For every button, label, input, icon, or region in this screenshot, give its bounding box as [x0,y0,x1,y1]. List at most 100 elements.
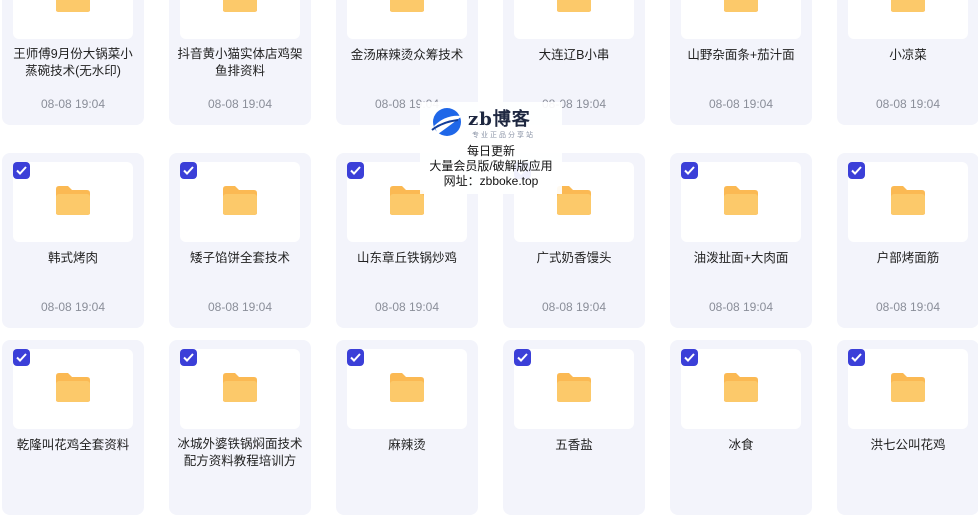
checkmark-icon [851,166,862,175]
file-date: 08-08 19:04 [541,300,607,314]
selection-checkbox[interactable] [681,349,698,366]
file-thumbnail[interactable] [180,162,300,242]
watermark-line3: 网址：zbboke.top [443,174,539,188]
file-thumbnail[interactable] [514,0,634,39]
file-thumbnail[interactable] [681,349,801,429]
watermark-title: zb博客 [468,109,531,130]
file-thumbnail[interactable] [848,162,968,242]
folder-icon [54,370,92,409]
selection-checkbox[interactable] [13,162,30,179]
file-name: 广式奶香馒头 [536,251,612,265]
selection-checkbox[interactable] [514,349,531,366]
folder-icon [388,370,426,409]
checkmark-icon [183,166,194,175]
folder-icon [889,183,927,222]
selection-checkbox[interactable] [13,349,30,366]
watermark-overlay: zb博客 专业正品分享站 每日更新 大量会员版/破解版应用 网址：zbboke.… [420,102,562,194]
watermark-line2: 大量会员版/破解版应用 [429,159,553,173]
selection-checkbox[interactable] [347,162,364,179]
blog-logo-icon [431,108,462,136]
checkmark-icon [684,353,695,362]
checkmark-icon [350,353,361,362]
file-name: 五香盐 [555,438,593,452]
file-name: 乾隆叫花鸡全套资料 [16,438,130,452]
folder-icon [722,0,760,19]
file-thumbnail[interactable] [13,349,133,429]
file-card[interactable]: 冰食 [670,340,812,515]
file-date: 08-08 19:04 [708,97,774,111]
checkmark-icon [851,353,862,362]
file-date: 08-08 19:04 [708,300,774,314]
file-thumbnail[interactable] [180,349,300,429]
selection-checkbox[interactable] [347,349,364,366]
file-card[interactable]: 户部烤面筋 08-08 19:04 [837,153,978,328]
file-card[interactable]: 小凉菜 08-08 19:04 [837,0,978,125]
file-date: 08-08 19:04 [40,97,106,111]
file-thumbnail[interactable] [848,0,968,39]
watermark-slogan: 专业正品分享站 [472,132,535,139]
file-card[interactable]: 五香盐 [503,340,645,515]
file-name: 小凉菜 [889,48,927,62]
folder-icon [722,370,760,409]
selection-checkbox[interactable] [848,162,865,179]
file-name: 大连辽B小串 [538,48,610,62]
folder-icon [555,0,593,19]
selection-checkbox[interactable] [848,349,865,366]
file-thumbnail[interactable] [347,349,467,429]
folder-icon [889,370,927,409]
file-name: 山野杂面条+茄汁面 [687,48,795,62]
file-card[interactable]: 麻辣烫 [336,340,478,515]
file-name: 抖音黄小猫实体店鸡架鱼排资料 [177,47,303,78]
file-thumbnail[interactable] [514,349,634,429]
folder-icon [221,0,259,19]
file-date: 08-08 19:04 [875,300,941,314]
checkmark-icon [517,353,528,362]
selection-checkbox[interactable] [180,349,197,366]
file-thumbnail[interactable] [347,0,467,39]
file-name: 冰城外婆铁锅焖面技术配方资料教程培训方 [177,437,303,468]
checkmark-icon [183,353,194,362]
file-thumbnail[interactable] [848,349,968,429]
file-date: 08-08 19:04 [207,300,273,314]
checkmark-icon [16,166,27,175]
file-name: 矮子馅饼全套技术 [189,251,290,265]
watermark-line1: 每日更新 [466,144,515,158]
file-name: 韩式烤肉 [47,251,98,265]
folder-icon [889,0,927,19]
folder-icon [722,183,760,222]
folder-icon [555,370,593,409]
file-date: 08-08 19:04 [875,97,941,111]
checkmark-icon [684,166,695,175]
checkmark-icon [350,166,361,175]
file-thumbnail[interactable] [13,0,133,39]
file-thumbnail[interactable] [681,162,801,242]
file-name: 金汤麻辣烫众筹技术 [350,48,464,62]
file-thumbnail[interactable] [180,0,300,39]
file-name: 麻辣烫 [388,438,426,452]
selection-checkbox[interactable] [681,162,698,179]
file-card[interactable]: 冰城外婆铁锅焖面技术配方资料教程培训方 [169,340,311,515]
file-name: 户部烤面筋 [876,251,940,265]
file-name: 冰食 [728,438,754,452]
file-name: 洪七公叫花鸡 [870,438,946,452]
folder-icon [54,183,92,222]
file-card[interactable]: 油泼扯面+大肉面 08-08 19:04 [670,153,812,328]
file-card[interactable]: 王师傅9月份大锅菜小蒸碗技术(无水印) 08-08 19:04 [2,0,144,125]
file-date: 08-08 19:04 [374,300,440,314]
file-name: 油泼扯面+大肉面 [693,251,789,265]
file-name: 王师傅9月份大锅菜小蒸碗技术(无水印) [13,47,133,78]
file-card[interactable]: 乾隆叫花鸡全套资料 [2,340,144,515]
folder-icon [388,0,426,19]
selection-checkbox[interactable] [180,162,197,179]
file-date: 08-08 19:04 [207,97,273,111]
folder-icon [221,370,259,409]
file-card[interactable]: 洪七公叫花鸡 [837,340,978,515]
checkmark-icon [16,353,27,362]
folder-icon [221,183,259,222]
file-thumbnail[interactable] [681,0,801,39]
file-card[interactable]: 矮子馅饼全套技术 08-08 19:04 [169,153,311,328]
file-thumbnail[interactable] [13,162,133,242]
file-card[interactable]: 抖音黄小猫实体店鸡架鱼排资料 08-08 19:04 [169,0,311,125]
file-card[interactable]: 韩式烤肉 08-08 19:04 [2,153,144,328]
file-card[interactable]: 山野杂面条+茄汁面 08-08 19:04 [670,0,812,125]
